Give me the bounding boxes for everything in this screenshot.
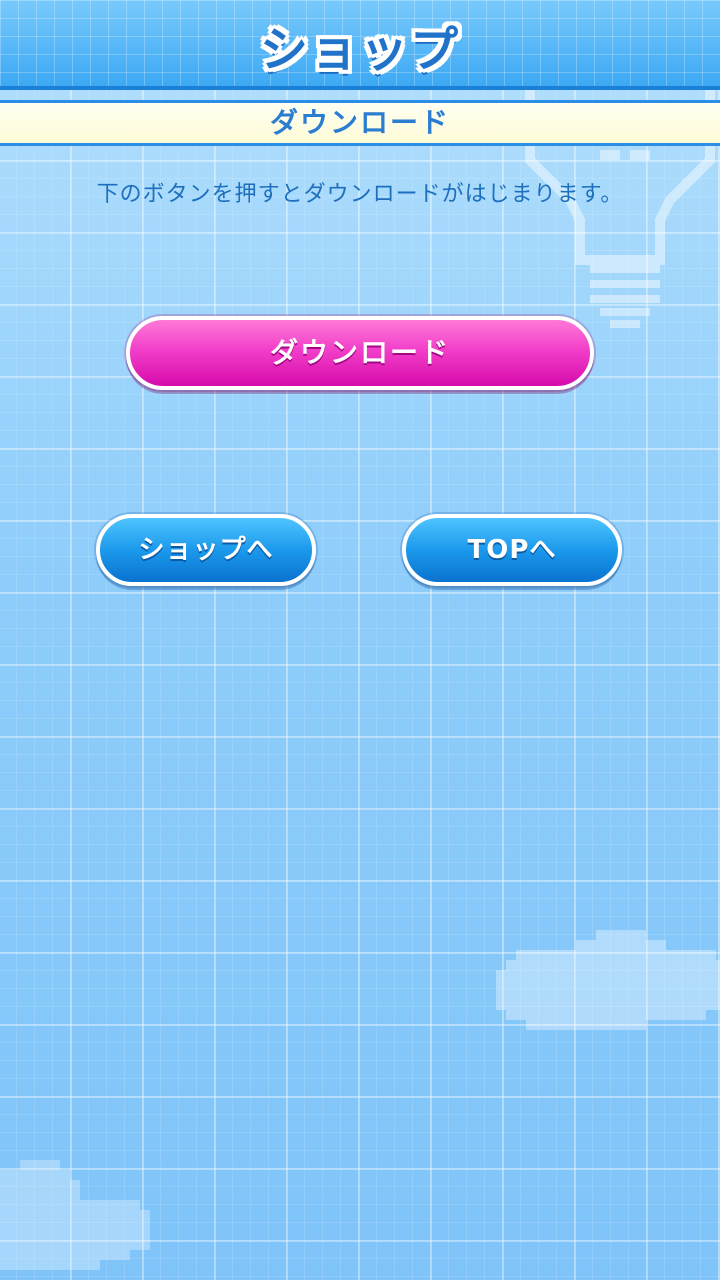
cloud-icon: [496, 930, 720, 1030]
top-button[interactable]: TOPへ: [402, 514, 622, 586]
cloud-icon: [0, 1160, 150, 1270]
app-header: ショップ: [0, 0, 720, 90]
section-banner: ダウンロード: [0, 100, 720, 146]
instruction-text: 下のボタンを押すとダウンロードがはじまります。: [96, 182, 624, 207]
download-button[interactable]: ダウンロード: [126, 316, 594, 390]
section-title: ダウンロード: [269, 106, 450, 139]
page-title: ショップ: [259, 22, 460, 78]
shop-button[interactable]: ショップへ: [96, 514, 316, 586]
